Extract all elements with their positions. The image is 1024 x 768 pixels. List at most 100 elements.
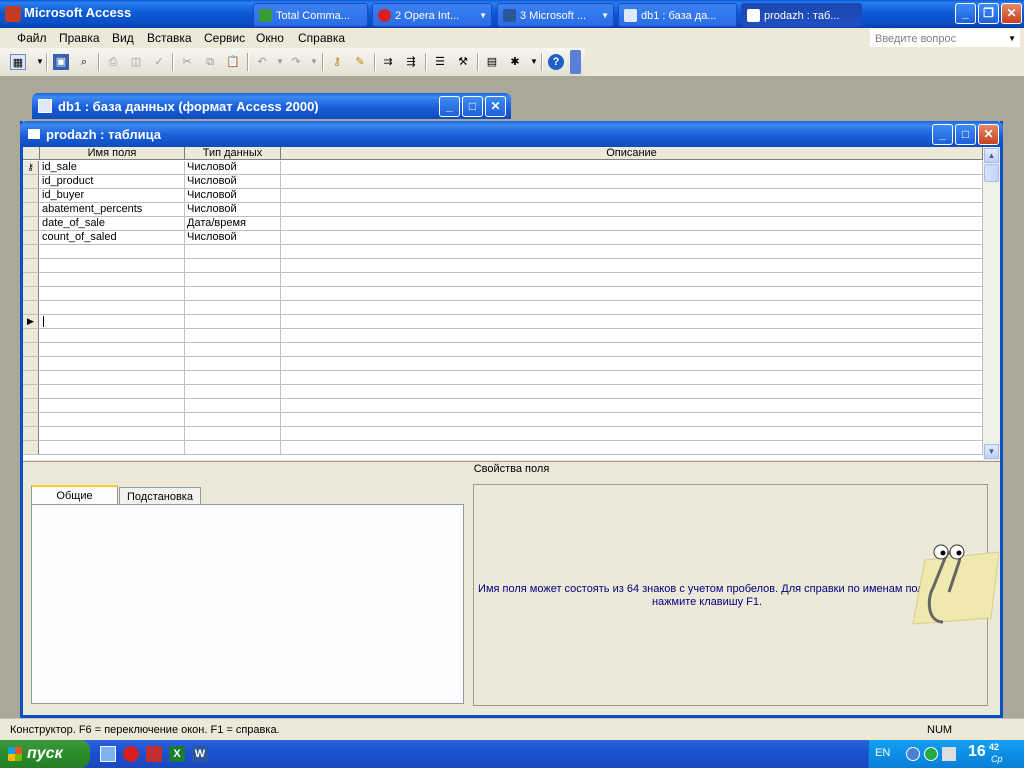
row-selector[interactable] <box>23 273 39 286</box>
tab-general[interactable]: Общие <box>31 485 118 505</box>
row-selector[interactable] <box>23 357 39 370</box>
group-dropdown-icon[interactable]: ▼ <box>601 4 609 26</box>
cell-description[interactable] <box>281 301 983 314</box>
cell-field-name[interactable] <box>40 441 185 454</box>
header-description[interactable]: Описание <box>281 147 983 160</box>
cell-data-type[interactable] <box>185 315 281 328</box>
menu-insert[interactable]: Вставка <box>147 28 192 48</box>
db-close-button[interactable]: ✕ <box>485 96 506 117</box>
row-selector[interactable] <box>23 245 39 258</box>
cell-description[interactable] <box>281 371 983 384</box>
cell-field-name[interactable] <box>40 287 185 300</box>
new-object-icon[interactable]: ✱ <box>507 54 523 70</box>
table-row[interactable]: id_buyer Числовой <box>23 189 983 203</box>
ask-dropdown-icon[interactable]: ▼ <box>1008 30 1016 48</box>
cell-data-type[interactable] <box>185 343 281 356</box>
redo-dropdown-icon[interactable]: ▼ <box>306 54 322 70</box>
cell-data-type[interactable]: Числовой <box>185 175 281 188</box>
cell-description[interactable] <box>281 175 983 188</box>
table-row[interactable] <box>23 441 983 455</box>
clock-day[interactable]: Ср <box>991 754 1003 764</box>
cell-field-name[interactable] <box>40 329 185 342</box>
menu-file[interactable]: Файл <box>17 28 47 48</box>
table-row[interactable] <box>23 301 983 315</box>
builder-icon[interactable]: ⚒ <box>455 54 471 70</box>
task-prodazh[interactable]: prodazh : таб... <box>741 3 862 27</box>
cell-field-name[interactable]: id_product <box>40 175 185 188</box>
db-maximize-button[interactable]: □ <box>462 96 483 117</box>
table-row[interactable]: count_of_saled Числовой <box>23 231 983 245</box>
cell-description[interactable] <box>281 329 983 342</box>
task-db1[interactable]: db1 : база да... <box>618 3 737 27</box>
toolbar-options-icon[interactable] <box>570 50 581 74</box>
cell-description[interactable] <box>281 427 983 440</box>
grid-scrollbar[interactable]: ▲ ▼ <box>983 147 1000 460</box>
cell-data-type[interactable] <box>185 357 281 370</box>
cell-description[interactable] <box>281 231 983 244</box>
tray-network-icon[interactable] <box>906 747 920 761</box>
scroll-up-icon[interactable]: ▲ <box>984 148 999 163</box>
cell-description[interactable] <box>281 357 983 370</box>
row-selector[interactable] <box>23 301 39 314</box>
cell-field-name[interactable] <box>40 273 185 286</box>
properties-icon[interactable]: ☰ <box>432 54 448 70</box>
row-selector[interactable] <box>23 441 39 454</box>
cell-description[interactable] <box>281 161 983 174</box>
cell-data-type[interactable] <box>185 273 281 286</box>
scroll-thumb[interactable] <box>984 164 999 182</box>
table-window-title-bar[interactable]: prodazh : таблица _ □ ✕ <box>20 121 1003 147</box>
table-row[interactable]: abatement_percents Числовой <box>23 203 983 217</box>
cell-description[interactable] <box>281 287 983 300</box>
table-row[interactable] <box>23 259 983 273</box>
cell-field-name[interactable] <box>40 245 185 258</box>
undo-icon[interactable]: ↶ <box>254 54 270 70</box>
group-dropdown-icon[interactable]: ▼ <box>479 4 487 26</box>
table-row[interactable]: id_product Числовой <box>23 175 983 189</box>
help-icon[interactable]: ? <box>548 54 564 70</box>
row-selector[interactable] <box>23 385 39 398</box>
redo-icon[interactable]: ↷ <box>288 54 304 70</box>
cell-field-name[interactable]: abatement_percents <box>40 203 185 216</box>
cell-description[interactable] <box>281 413 983 426</box>
cell-description[interactable] <box>281 273 983 286</box>
row-selector[interactable] <box>23 231 39 244</box>
table-row[interactable] <box>23 245 983 259</box>
db-minimize-button[interactable]: _ <box>439 96 460 117</box>
cell-field-name[interactable] <box>40 301 185 314</box>
menu-window[interactable]: Окно <box>256 28 284 48</box>
table-row[interactable] <box>23 427 983 441</box>
row-selector[interactable] <box>23 259 39 272</box>
cell-description[interactable] <box>281 217 983 230</box>
save-icon[interactable]: ▣ <box>53 54 69 70</box>
row-selector[interactable] <box>23 217 39 230</box>
cell-description[interactable] <box>281 441 983 454</box>
table-row[interactable] <box>23 399 983 413</box>
paste-icon[interactable]: 📋 <box>225 54 241 70</box>
clock-hours[interactable]: 16 <box>968 743 986 761</box>
row-selector[interactable] <box>23 413 39 426</box>
row-selector[interactable] <box>23 399 39 412</box>
cell-field-name[interactable]: id_buyer <box>40 189 185 202</box>
word-icon[interactable]: W <box>192 746 208 762</box>
start-button[interactable]: пуск <box>0 740 90 768</box>
cell-data-type[interactable] <box>185 301 281 314</box>
disk-icon[interactable] <box>146 746 162 762</box>
show-desktop-icon[interactable] <box>100 746 116 762</box>
cell-field-name[interactable] <box>40 413 185 426</box>
build-icon[interactable]: ✎ <box>352 54 368 70</box>
row-selector[interactable] <box>23 175 39 188</box>
clock-minutes[interactable]: 42 <box>989 742 999 752</box>
row-selector[interactable] <box>23 189 39 202</box>
cell-data-type[interactable] <box>185 413 281 426</box>
scroll-down-icon[interactable]: ▼ <box>984 444 999 459</box>
new-object-dropdown-icon[interactable]: ▼ <box>526 54 542 70</box>
cell-data-type[interactable]: Числовой <box>185 203 281 216</box>
row-selector[interactable] <box>23 427 39 440</box>
menu-view[interactable]: Вид <box>112 28 134 48</box>
db-window-title-bar[interactable]: db1 : база данных (формат Access 2000) _… <box>32 93 511 119</box>
cell-field-name[interactable] <box>40 399 185 412</box>
row-selector[interactable]: ⚷ <box>23 161 39 174</box>
cell-data-type[interactable]: Числовой <box>185 189 281 202</box>
task-total-commander[interactable]: Total Comma... <box>253 3 368 27</box>
row-selector[interactable] <box>23 287 39 300</box>
